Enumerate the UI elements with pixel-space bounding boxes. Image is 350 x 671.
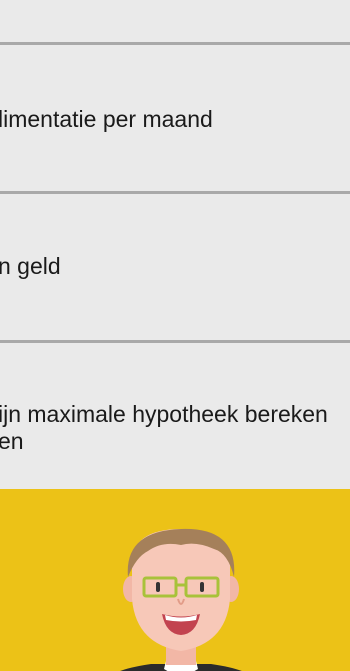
menu-item-geld[interactable]: n geld <box>0 194 350 340</box>
menu-item-alimentatie[interactable]: limentatie per maand <box>0 45 350 191</box>
menu-item-hypotheek[interactable]: ijn maximale hypotheek bereken en <box>0 343 350 489</box>
menu-item-label: ijn maximale hypotheek bereken en <box>0 401 328 454</box>
menu-item-label: limentatie per maand <box>0 106 213 132</box>
menu-list: limentatie per maand n geld ijn maximale… <box>0 0 350 489</box>
menu-item-label: n geld <box>0 253 61 279</box>
advisor-avatar-icon <box>120 528 242 671</box>
advisor-banner <box>0 489 350 671</box>
